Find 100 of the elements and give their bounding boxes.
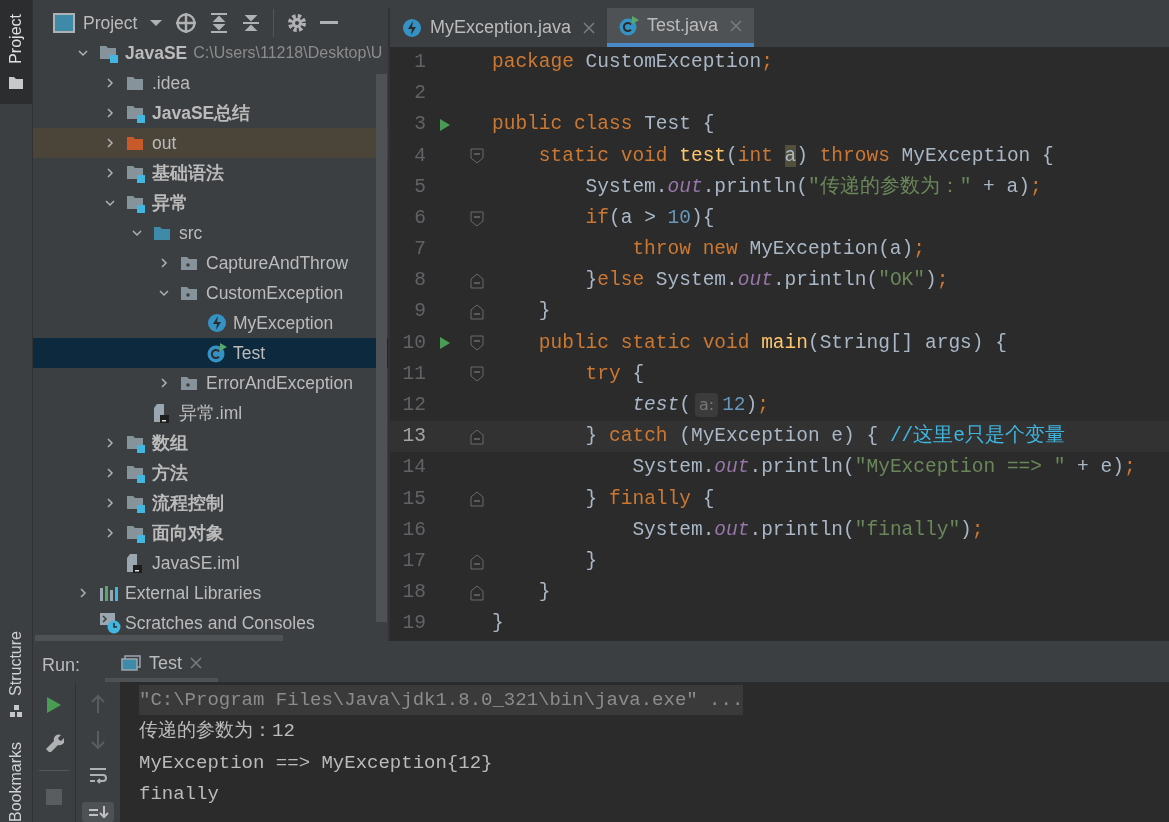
chevron-down-icon[interactable]: [158, 287, 170, 299]
libraries-icon: [99, 584, 119, 602]
tree-item[interactable]: .idea: [33, 68, 388, 98]
tree-item-label: ErrorAndException: [206, 371, 353, 395]
code-line: public static void main(String[] args) {: [537, 330, 1007, 356]
chevron-right-icon[interactable]: [104, 77, 116, 89]
chevron-right-icon[interactable]: [104, 527, 116, 539]
line-number: 13: [401, 424, 427, 450]
run-icon[interactable]: [439, 117, 451, 132]
folder-icon: [126, 134, 146, 152]
line-number: 15: [401, 486, 427, 512]
chevron-down-icon[interactable]: [77, 47, 89, 59]
line-number: 18: [401, 580, 427, 606]
tree-item[interactable]: Scratches and Consoles: [33, 608, 388, 638]
tree-item-label: 异常: [152, 191, 188, 215]
tree-item-label: 基础语法: [152, 161, 224, 185]
wrench-icon[interactable]: [44, 732, 64, 752]
code-line: }: [584, 548, 598, 574]
chevron-down-icon[interactable]: [131, 227, 143, 239]
tree-item[interactable]: JavaSE总结: [33, 98, 388, 128]
tree-item[interactable]: src: [33, 218, 388, 248]
scrollbar[interactable]: [376, 74, 387, 622]
collapse-all-icon[interactable]: [241, 12, 262, 34]
chevron-right-icon[interactable]: [158, 377, 170, 389]
tree-item-label: MyException: [233, 311, 334, 335]
line-number: 5: [413, 174, 427, 200]
tree-item[interactable]: 面向对象: [33, 518, 388, 548]
caret-icon[interactable]: [149, 18, 164, 28]
package-icon: [180, 374, 200, 392]
tree-item[interactable]: 方法: [33, 458, 388, 488]
tree-item-label: out: [152, 131, 177, 155]
module-folder-icon: [126, 463, 146, 483]
tree-item[interactable]: Test: [33, 338, 388, 368]
module-folder-icon: [126, 493, 146, 513]
window-icon: [53, 13, 75, 33]
minimize-icon[interactable]: [320, 21, 339, 25]
panel-title[interactable]: Project: [83, 9, 138, 37]
tree-item-label: JavaSE.iml: [152, 551, 240, 575]
tree-item[interactable]: JavaSE.iml: [33, 548, 388, 578]
tree-item[interactable]: CustomException: [33, 278, 388, 308]
tree-item[interactable]: 基础语法: [33, 158, 388, 188]
line-number: 3: [413, 112, 427, 138]
structure-icon: [9, 703, 23, 718]
file-icon: [126, 553, 144, 573]
code-line: test( a: 12);: [631, 392, 769, 420]
tree-item[interactable]: out: [33, 128, 388, 158]
chevron-right-icon[interactable]: [104, 137, 116, 149]
code-line: System.out.println("MyException ==> " + e);: [631, 455, 1136, 481]
code-line: try {: [584, 361, 645, 387]
soft-wrap-icon[interactable]: [88, 766, 108, 786]
crosshair-icon[interactable]: [175, 12, 198, 34]
tree-item[interactable]: JavaSE C:\Users\11218\Desktop\U: [33, 38, 388, 68]
tree-item[interactable]: 数组: [33, 428, 388, 458]
tree-item-label: Test: [233, 341, 266, 365]
code-line: }: [491, 611, 504, 637]
scrollbar[interactable]: [35, 635, 283, 641]
line-number: 7: [413, 237, 427, 263]
code-line: package CustomException;: [491, 49, 773, 75]
folder-icon: [153, 224, 173, 242]
line-number: 11: [401, 361, 427, 387]
tree-item[interactable]: 异常: [33, 188, 388, 218]
chevron-down-icon[interactable]: [104, 197, 116, 209]
module-folder-icon: [126, 103, 146, 123]
tree-item-label: 异常.iml: [179, 401, 243, 425]
chevron-right-icon[interactable]: [104, 467, 116, 479]
tree-item-label: src: [179, 221, 203, 245]
tree-item-label: JavaSE: [125, 41, 188, 65]
tree-item-label: JavaSE总结: [152, 101, 251, 125]
chevron-right-icon[interactable]: [104, 167, 116, 179]
tree-item[interactable]: 流程控制: [33, 488, 388, 518]
scroll-to-end-icon[interactable]: [82, 802, 114, 822]
close-icon[interactable]: [190, 657, 202, 669]
tree-item[interactable]: External Libraries: [33, 578, 388, 608]
module-folder-icon: [126, 523, 146, 543]
chevron-right-icon[interactable]: [158, 257, 170, 269]
chevron-right-icon[interactable]: [104, 497, 116, 509]
settings-icon[interactable]: [286, 12, 309, 34]
close-icon[interactable]: [583, 21, 596, 34]
chevron-right-icon[interactable]: [104, 107, 116, 119]
run-icon[interactable]: [439, 336, 451, 351]
expand-all-icon[interactable]: [209, 12, 230, 34]
editor-tab[interactable]: MyException.java: [390, 8, 608, 47]
tree-item[interactable]: 异常.iml: [33, 398, 388, 428]
editor-tab[interactable]: Test.java: [607, 8, 755, 47]
code-line: }: [537, 580, 551, 606]
tool-window-tab[interactable]: Bookmarks: [4, 741, 28, 822]
tree-item[interactable]: ErrorAndException: [33, 368, 388, 398]
run-icon[interactable]: [46, 696, 62, 714]
chevron-right-icon[interactable]: [77, 587, 89, 599]
line-number: 8: [413, 268, 427, 294]
tree-item[interactable]: MyException: [33, 308, 388, 338]
tree-item[interactable]: CaptureAndThrow: [33, 248, 388, 278]
line-number: 6: [413, 205, 427, 231]
code-line: throw new MyException(a);: [631, 237, 925, 263]
line-number: 12: [401, 393, 427, 419]
code-line: public class Test {: [491, 112, 715, 138]
chevron-right-icon[interactable]: [104, 437, 116, 449]
code-line: System.out.println("传递的参数为：" + a);: [584, 174, 1042, 200]
tool-window-tab[interactable]: Structure: [4, 631, 28, 696]
tree-item-label: 流程控制: [152, 491, 224, 515]
